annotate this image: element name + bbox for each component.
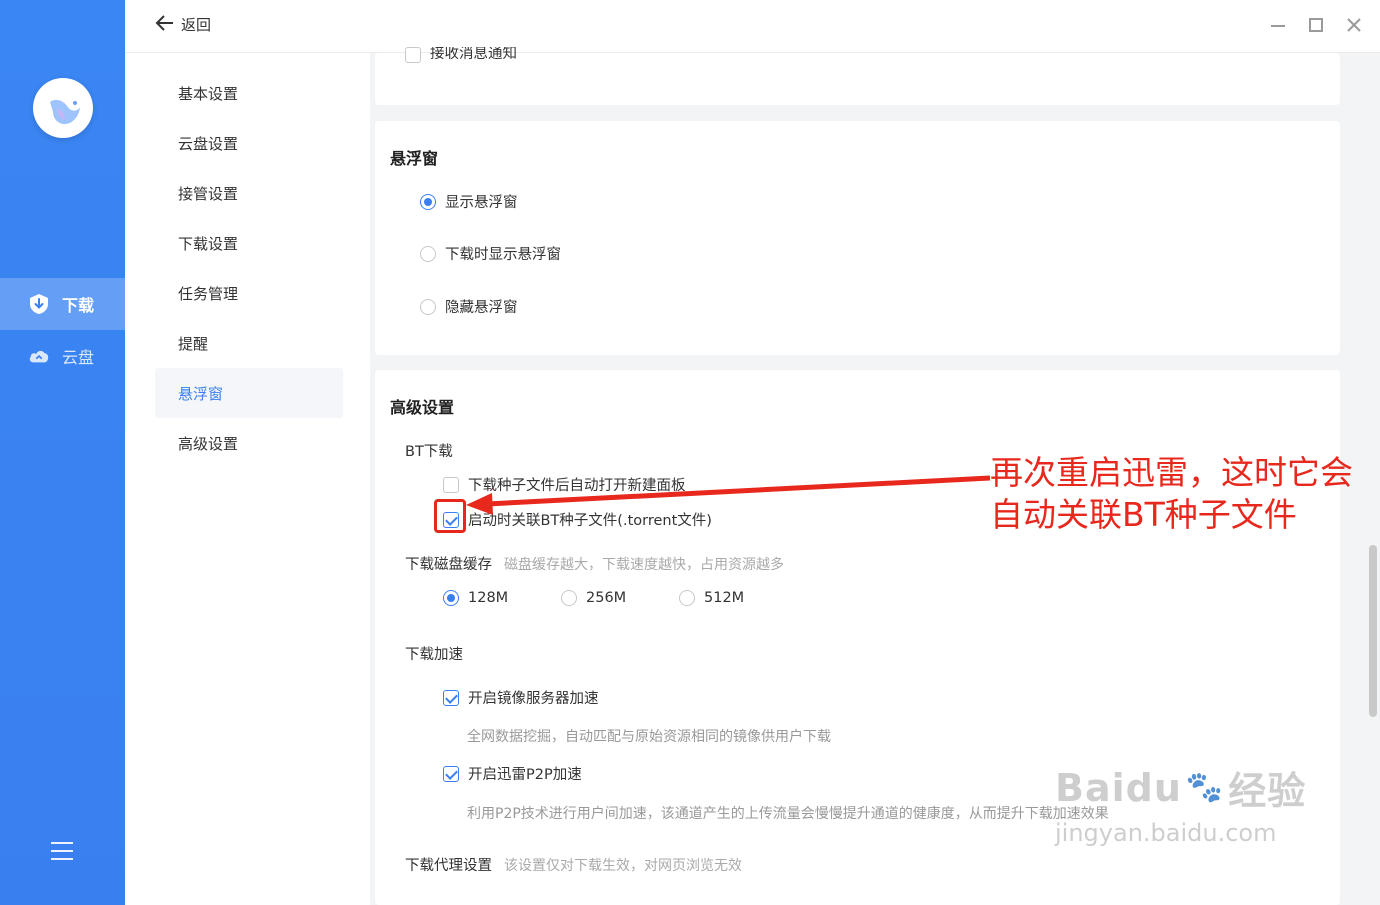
nav-item-tasks[interactable]: 任务管理 <box>155 268 343 318</box>
watermark-brand-cn: 经验 <box>1228 769 1307 813</box>
checkbox-p2p-accel[interactable] <box>443 765 459 782</box>
nav-item-label: 基本设置 <box>178 84 239 103</box>
accel-label: 下载加速 <box>405 647 463 663</box>
annotation-line-1: 再次重启迅雷，这时它会 <box>990 453 1353 492</box>
download-shield-icon <box>28 293 50 315</box>
reminder-option-label: 接收消息通知 <box>430 47 517 62</box>
cache-label: 下载磁盘缓存 <box>405 557 492 573</box>
cache-row: 下载磁盘缓存 磁盘缓存越大，下载速度越快，占用资源越多 <box>405 553 784 574</box>
annotation-line-2: 自动关联BT种子文件 <box>990 495 1297 534</box>
left-rail: 下载 云盘 <box>0 0 125 905</box>
cloud-icon <box>28 345 50 367</box>
nav-item-takeover[interactable]: 接管设置 <box>155 168 343 218</box>
checkbox-auto-open-panel[interactable] <box>443 476 459 493</box>
radio-cache-128[interactable] <box>443 590 459 606</box>
accel-mirror-option[interactable]: 开启镜像服务器加速 <box>443 687 599 708</box>
arrow-left-icon <box>155 14 175 35</box>
minimize-button[interactable] <box>1267 14 1289 36</box>
reminder-card: 接收消息通知 <box>375 47 1340 105</box>
reminder-option[interactable]: 接收消息通知 <box>405 47 517 63</box>
proxy-label: 下载代理设置 <box>405 858 492 874</box>
radio-hide-float[interactable] <box>420 298 436 315</box>
top-bar: 返回 <box>125 0 1380 53</box>
paw-icon: 🐾 <box>1185 770 1225 805</box>
proxy-hint: 该设置仅对下载生效，对网页浏览无效 <box>504 857 742 874</box>
back-label: 返回 <box>181 16 212 34</box>
proxy-row[interactable]: 下载代理设置 该设置仅对下载生效，对网页浏览无效 <box>405 854 742 875</box>
advanced-title: 高级设置 <box>390 398 455 417</box>
nav-item-reminder[interactable]: 提醒 <box>155 318 343 368</box>
radio-show-float[interactable] <box>420 193 436 210</box>
option-label: 启动时关联BT种子文件(.torrent文件) <box>468 513 712 529</box>
radio-cache-512[interactable] <box>679 590 695 606</box>
bt-option-auto-open[interactable]: 下载种子文件后自动打开新建面板 <box>443 474 686 495</box>
float-option-download-only[interactable]: 下载时显示悬浮窗 <box>420 243 561 264</box>
maximize-button[interactable] <box>1305 14 1327 36</box>
option-label: 开启迅雷P2P加速 <box>468 767 582 783</box>
close-icon <box>1347 18 1361 32</box>
bt-download-label: BT下载 <box>405 444 453 460</box>
nav-item-label: 下载设置 <box>178 234 239 253</box>
rail-item-label: 云盘 <box>62 348 95 367</box>
option-label: 512M <box>704 590 745 606</box>
nav-item-advanced[interactable]: 高级设置 <box>155 418 343 468</box>
baidu-watermark: Baidu 🐾 经验 jingyan.baidu.com <box>1055 760 1307 848</box>
scrollbar-thumb[interactable] <box>1369 545 1377 717</box>
option-label: 下载时显示悬浮窗 <box>445 247 561 263</box>
hamburger-menu-icon[interactable] <box>51 842 73 862</box>
radio-cache-256[interactable] <box>561 590 577 606</box>
bt-option-associate[interactable]: 启动时关联BT种子文件(.torrent文件) <box>443 509 712 530</box>
nav-item-label: 云盘设置 <box>178 134 239 153</box>
rail-item-download[interactable]: 下载 <box>0 278 125 330</box>
watermark-brand: Baidu <box>1055 765 1182 810</box>
rail-item-label: 下载 <box>62 296 95 315</box>
float-window-card: 悬浮窗 显示悬浮窗 下载时显示悬浮窗 隐藏悬浮窗 <box>375 121 1340 355</box>
nav-item-label: 悬浮窗 <box>178 384 224 403</box>
app-logo <box>33 78 93 138</box>
float-option-show[interactable]: 显示悬浮窗 <box>420 191 518 212</box>
nav-item-label: 高级设置 <box>178 434 239 453</box>
nav-item-download[interactable]: 下载设置 <box>155 218 343 268</box>
radio-float-when-downloading[interactable] <box>420 245 436 262</box>
rail-item-cloud[interactable]: 云盘 <box>0 330 125 382</box>
nav-item-label: 接管设置 <box>178 184 239 203</box>
option-label: 256M <box>586 590 627 606</box>
close-button[interactable] <box>1343 14 1365 36</box>
nav-item-label: 任务管理 <box>178 284 239 303</box>
cache-hint: 磁盘缓存越大，下载速度越快，占用资源越多 <box>504 556 784 573</box>
minimize-icon <box>1271 25 1285 27</box>
watermark-url: jingyan.baidu.com <box>1055 819 1277 847</box>
option-label: 开启镜像服务器加速 <box>468 691 599 707</box>
float-option-hide[interactable]: 隐藏悬浮窗 <box>420 296 518 317</box>
cache-option-128[interactable]: 128M <box>443 590 508 606</box>
option-label: 显示悬浮窗 <box>445 195 518 211</box>
annotation-highlight-box <box>434 499 466 533</box>
settings-nav: 基本设置 云盘设置 接管设置 下载设置 任务管理 提醒 悬浮窗 高级设置 <box>125 53 370 905</box>
p2p-desc: 利用P2P技术进行用户间加速，该通道产生的上传流量会慢慢提升通道的健康度，从而提… <box>467 806 1109 822</box>
float-window-title: 悬浮窗 <box>390 149 439 168</box>
annotation-text: 再次重启迅雷，这时它会 自动关联BT种子文件 <box>990 452 1353 536</box>
option-label: 下载种子文件后自动打开新建面板 <box>468 478 686 494</box>
mirror-desc: 全网数据挖掘，自动匹配与原始资源相同的镜像供用户下载 <box>467 729 831 745</box>
option-label: 隐藏悬浮窗 <box>445 300 518 316</box>
checkbox-mirror-accel[interactable] <box>443 689 459 706</box>
cache-option-512[interactable]: 512M <box>679 590 744 606</box>
back-button[interactable]: 返回 <box>155 14 211 35</box>
nav-item-cloud[interactable]: 云盘设置 <box>155 118 343 168</box>
cache-option-256[interactable]: 256M <box>561 590 626 606</box>
accel-p2p-option[interactable]: 开启迅雷P2P加速 <box>443 763 582 784</box>
option-label: 128M <box>468 590 509 606</box>
reminder-checkbox[interactable] <box>405 47 421 63</box>
nav-item-basic[interactable]: 基本设置 <box>155 68 343 118</box>
nav-item-label: 提醒 <box>178 334 209 353</box>
nav-item-float-window[interactable]: 悬浮窗 <box>155 368 343 418</box>
maximize-icon <box>1309 18 1323 32</box>
